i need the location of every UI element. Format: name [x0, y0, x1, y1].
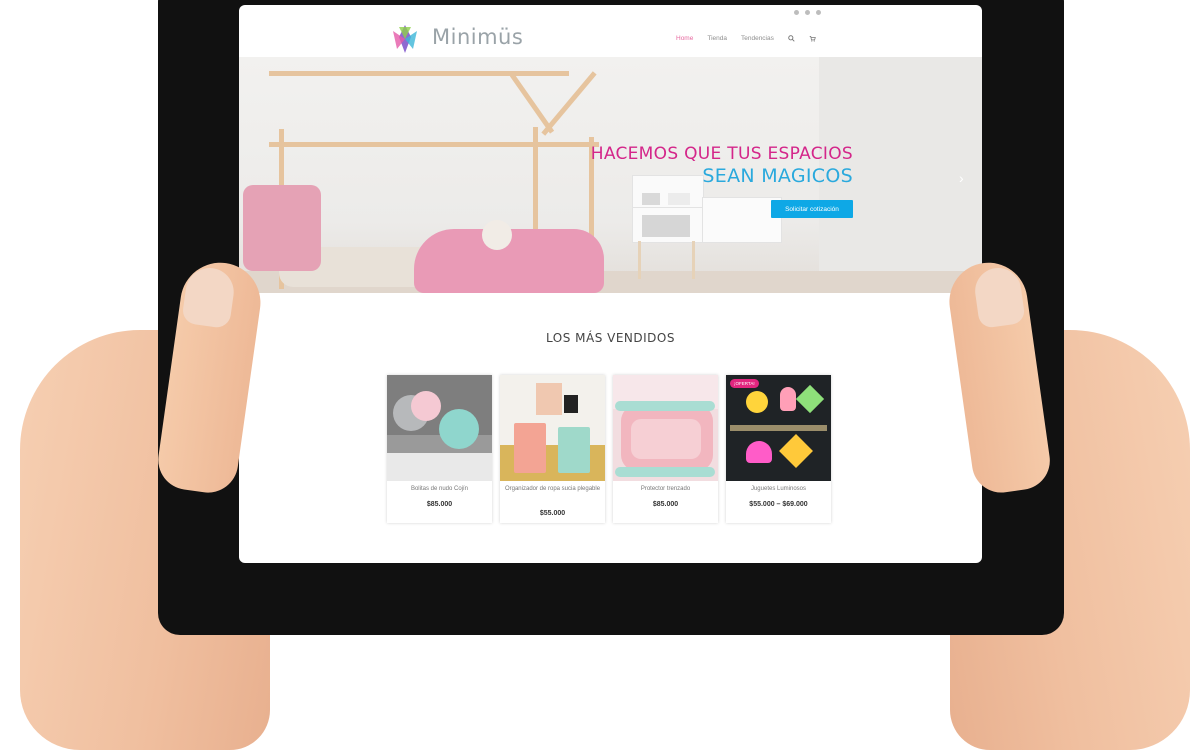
logo-text[interactable]: Minimüs [432, 25, 523, 49]
top-bar [239, 5, 982, 19]
logo-icon[interactable] [389, 23, 421, 55]
product-card[interactable]: Protector trenzado $85.000 [613, 375, 718, 523]
pink-pillow [243, 185, 321, 271]
nav-item-tendencias[interactable]: Tendencias [741, 35, 774, 42]
search-icon[interactable] [788, 35, 795, 42]
product-image[interactable] [387, 375, 492, 481]
site-header: Minimüs Home Tienda Tendencias [239, 19, 982, 60]
product-grid: Bolitas de nudo Cojín $85.000 Organizado… [387, 375, 831, 523]
product-price: $85.000 [652, 501, 679, 508]
product-card[interactable]: ¡OFERTA! Juguetes Luminosos $55.000 – $6… [726, 375, 831, 523]
hero-title-line1: HACEMOS QUE TUS ESPACIOS [590, 144, 853, 164]
facebook-icon[interactable] [794, 9, 799, 15]
cart-icon[interactable] [809, 35, 816, 42]
hero-shelf [632, 175, 704, 283]
slider-next-icon[interactable]: › [959, 170, 964, 186]
hero-cabinet [702, 197, 782, 243]
product-name[interactable]: Protector trenzado [617, 486, 714, 493]
product-price: $85.000 [426, 501, 453, 508]
product-card[interactable]: Bolitas de nudo Cojín $85.000 [387, 375, 492, 523]
tablet-screen: Minimüs Home Tienda Tendencias HACEMOS Q… [239, 5, 982, 563]
bestsellers-title: LOS MÁS VENDIDOS [546, 331, 675, 345]
product-image[interactable] [500, 375, 605, 481]
request-quote-button[interactable]: Solicitar cotización [771, 200, 853, 218]
product-name[interactable]: Bolitas de nudo Cojín [391, 486, 488, 493]
instagram-icon[interactable] [805, 9, 810, 15]
hero-slider: HACEMOS QUE TUS ESPACIOS SEAN MAGICOS So… [239, 57, 982, 293]
product-price: $55.000 – $69.000 [749, 501, 808, 508]
bed-roof-beam [269, 71, 569, 76]
bed-roof [509, 73, 555, 134]
product-name[interactable]: Juguetes Luminosos [730, 486, 827, 493]
bed-rail [269, 142, 599, 147]
product-image[interactable]: ¡OFERTA! [726, 375, 831, 481]
nav-item-home[interactable]: Home [676, 35, 693, 42]
whatsapp-icon[interactable] [816, 9, 821, 15]
social-links [794, 9, 821, 15]
hero-title-line2: SEAN MAGICOS [702, 165, 853, 187]
teddy-bear [482, 220, 512, 250]
product-image[interactable] [613, 375, 718, 481]
nav-item-tienda[interactable]: Tienda [707, 35, 727, 42]
product-card[interactable]: Organizador de ropa sucia plegable $55.0… [500, 375, 605, 523]
main-nav: Home Tienda Tendencias [676, 35, 816, 42]
product-name[interactable]: Organizador de ropa sucia plegable [504, 486, 601, 493]
sale-badge: ¡OFERTA! [730, 379, 759, 388]
product-price: $55.000 [539, 510, 566, 517]
